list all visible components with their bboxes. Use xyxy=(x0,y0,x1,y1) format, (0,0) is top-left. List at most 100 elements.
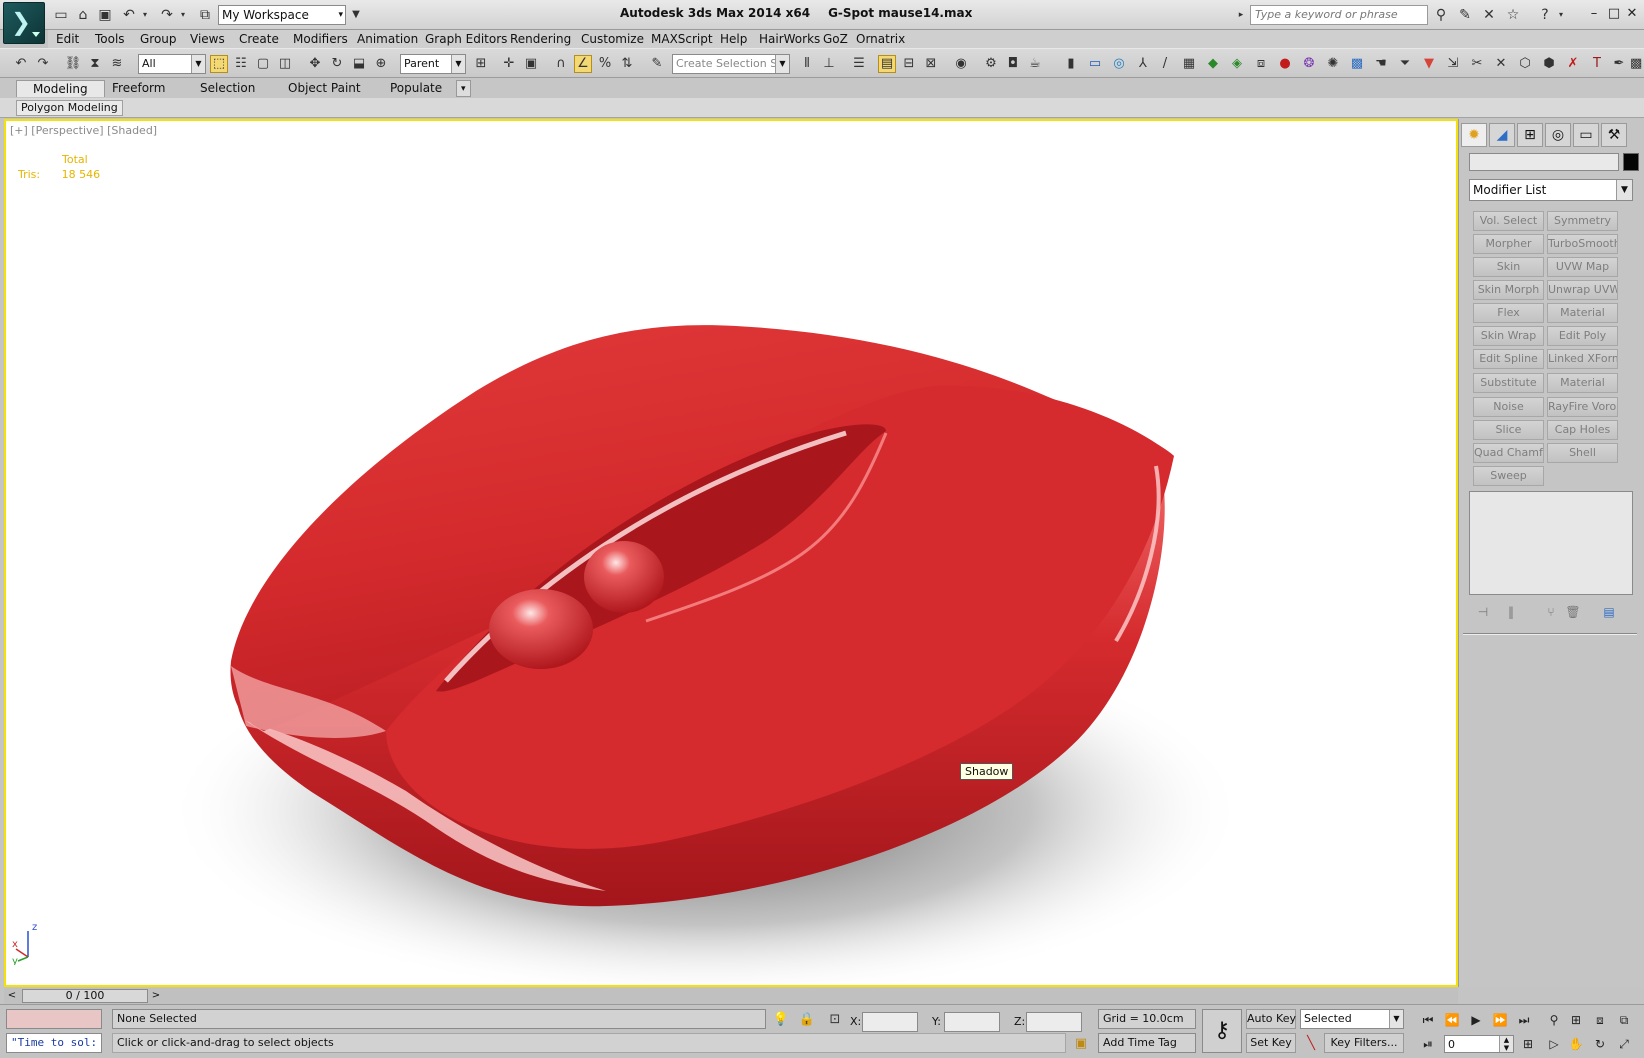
go-to-start-icon[interactable]: ⏮ xyxy=(1418,1011,1438,1029)
hierarchy-tab-icon[interactable]: ⊞ xyxy=(1517,123,1543,147)
object-color-swatch[interactable] xyxy=(1623,153,1639,171)
show-end-result-icon[interactable]: ‖ xyxy=(1501,605,1521,621)
modifier-button[interactable]: Quad Chamfer xyxy=(1473,443,1544,463)
menu-edit[interactable]: Edit xyxy=(56,32,79,46)
modifier-button[interactable]: Material xyxy=(1547,303,1618,323)
ribbon-options-icon[interactable]: ▾ xyxy=(456,80,471,97)
close-icon[interactable]: ✕ xyxy=(1624,6,1640,22)
time-tag-icon[interactable]: ▣ xyxy=(1072,1035,1090,1053)
binoculars-icon[interactable]: ⚲ xyxy=(1432,6,1450,24)
menu-animation[interactable]: Animation xyxy=(357,32,418,46)
modifier-button[interactable]: Vol. Select xyxy=(1473,211,1544,231)
edit-named-selection-icon[interactable]: ✎ xyxy=(648,55,666,73)
z-coord-input[interactable] xyxy=(1026,1012,1082,1032)
render-production-icon[interactable]: ☕ xyxy=(1026,55,1044,73)
zoom-extents-icon[interactable]: ⧈ xyxy=(1590,1011,1610,1029)
export-tool-icon[interactable]: ⇲ xyxy=(1444,55,1462,73)
select-by-name-icon[interactable]: ☷ xyxy=(232,55,250,73)
modifier-button[interactable]: Slice xyxy=(1473,420,1544,440)
zoom-icon[interactable]: ⚲ xyxy=(1544,1011,1564,1029)
menu-help[interactable]: Help xyxy=(720,32,747,46)
utilities-tab-hammer-icon[interactable]: ⚒ xyxy=(1601,123,1627,147)
snaps-toggle-icon[interactable]: ∩ xyxy=(552,55,570,73)
menu-maxscript[interactable]: MAXScript xyxy=(651,32,713,46)
menu-modifiers[interactable]: Modifiers xyxy=(293,32,348,46)
auto-key-button[interactable]: Auto Key xyxy=(1246,1009,1296,1029)
favorites-star-icon[interactable]: ☆ xyxy=(1504,6,1522,24)
modifier-button[interactable]: Sweep xyxy=(1473,466,1544,486)
pivot-center-icon[interactable]: ⊞ xyxy=(472,55,490,73)
modifier-button[interactable]: Edit Spline xyxy=(1473,349,1544,369)
menu-views[interactable]: Views xyxy=(190,32,225,46)
undo-icon[interactable]: ↶ xyxy=(120,6,138,24)
keyboard-shortcut-override-icon[interactable]: ▣ xyxy=(522,55,540,73)
menu-goz[interactable]: GoZ xyxy=(823,32,848,46)
maxscript-input[interactable]: "Time to sol: xyxy=(6,1033,102,1053)
selection-filter-dropdown[interactable]: All ▼ xyxy=(138,54,206,74)
menu-rendering[interactable]: Rendering xyxy=(510,32,571,46)
help-icon[interactable]: ? xyxy=(1536,6,1554,24)
modifier-button[interactable]: Skin xyxy=(1473,257,1544,277)
unlink-selection-icon[interactable]: ⧗ xyxy=(86,55,104,73)
project-folder-icon[interactable]: ⧉ xyxy=(196,6,214,24)
redo-icon[interactable]: ↷ xyxy=(158,6,176,24)
time-prev-button[interactable]: < xyxy=(6,989,18,1003)
modifier-button[interactable]: Cap Holes xyxy=(1547,420,1618,440)
marker-tool-icon[interactable]: ✗ xyxy=(1564,55,1582,73)
undo-icon[interactable]: ↶ xyxy=(12,55,30,73)
modifier-button[interactable]: Unwrap UVW xyxy=(1547,280,1618,300)
motion-tab-icon[interactable]: ◎ xyxy=(1545,123,1571,147)
modifier-button[interactable]: Symmetry xyxy=(1547,211,1618,231)
redo-dropdown-icon[interactable]: ▾ xyxy=(178,6,188,24)
select-and-place-icon[interactable]: ⊕ xyxy=(372,55,390,73)
maximize-viewport-icon[interactable]: ⤢ xyxy=(1614,1035,1634,1053)
modifier-button[interactable]: UVW Map xyxy=(1547,257,1618,277)
angle-snap-icon[interactable]: ∠ xyxy=(574,55,592,73)
help-dropdown-icon[interactable]: ▾ xyxy=(1556,6,1566,24)
time-slider[interactable]: 0 / 100 xyxy=(22,989,148,1003)
mirror-icon[interactable]: ⫴ xyxy=(798,55,816,73)
select-manipulate-icon[interactable]: ✛ xyxy=(500,55,518,73)
customize-quick-access-icon[interactable]: ▼ xyxy=(350,6,362,24)
orbit-icon[interactable]: ↻ xyxy=(1590,1035,1610,1053)
bind-space-warp-icon[interactable]: ≋ xyxy=(108,55,126,73)
modifier-button[interactable]: Shell xyxy=(1547,443,1618,463)
circle-tool-icon[interactable]: ◎ xyxy=(1110,55,1128,73)
tab-selection[interactable]: Selection xyxy=(188,80,267,97)
field-of-view-icon[interactable]: ▷ xyxy=(1544,1035,1564,1053)
open-file-icon[interactable]: ⌂ xyxy=(74,6,92,24)
zoom-extents-all-icon[interactable]: ⧉ xyxy=(1614,1011,1634,1029)
select-and-rotate-icon[interactable]: ↻ xyxy=(328,55,346,73)
absolute-relative-toggle-icon[interactable]: ⊡ xyxy=(826,1011,844,1029)
rendered-frame-window-icon[interactable]: ◘ xyxy=(1004,55,1022,73)
subscription-icon[interactable]: ✎ xyxy=(1456,6,1474,24)
select-and-scale-icon[interactable]: ⬓ xyxy=(350,55,368,73)
save-file-icon[interactable]: ▣ xyxy=(96,6,114,24)
tab-freeform[interactable]: Freeform xyxy=(100,80,177,97)
modifier-button[interactable]: Morpher xyxy=(1473,234,1544,254)
schematic-view-icon[interactable]: ⊠ xyxy=(922,55,940,73)
window-crossing-icon[interactable]: ◫ xyxy=(276,55,294,73)
modify-tab-icon[interactable]: ◢ xyxy=(1489,123,1515,147)
command-panel-toggle-icon[interactable]: ▮ xyxy=(1062,55,1080,73)
funnel-tool-icon[interactable]: ⏷ xyxy=(1396,55,1414,73)
add-time-tag-button[interactable]: Add Time Tag xyxy=(1098,1033,1196,1053)
menu-create[interactable]: Create xyxy=(239,32,279,46)
isolate-selection-bulb-icon[interactable]: 💡 xyxy=(772,1011,790,1029)
pe-plugin-icon[interactable]: ▭ xyxy=(1086,55,1104,73)
select-and-link-icon[interactable]: ⛓ xyxy=(64,55,82,73)
polygon-modeling-panel[interactable]: Polygon Modeling xyxy=(16,100,123,116)
menu-ornatrix[interactable]: Ornatrix xyxy=(856,32,905,46)
grid-tool-icon[interactable]: ▦ xyxy=(1180,55,1198,73)
menu-hairworks[interactable]: HairWorks xyxy=(759,32,820,46)
purple-blob-icon[interactable]: ❂ xyxy=(1300,55,1318,73)
x-coord-input[interactable] xyxy=(862,1012,918,1032)
menu-graph-editors[interactable]: Graph Editors xyxy=(425,32,507,46)
scatter-tool-icon[interactable]: ✕ xyxy=(1492,55,1510,73)
menu-group[interactable]: Group xyxy=(140,32,177,46)
application-menu-logo[interactable]: ❯ xyxy=(3,2,45,44)
rainbow-triangle-icon[interactable]: ▼ xyxy=(1420,55,1438,73)
undo-dropdown-icon[interactable]: ▾ xyxy=(140,6,150,24)
next-frame-icon[interactable]: ⏩ xyxy=(1490,1011,1510,1029)
brush-tool-icon[interactable]: ✒ xyxy=(1610,55,1628,73)
